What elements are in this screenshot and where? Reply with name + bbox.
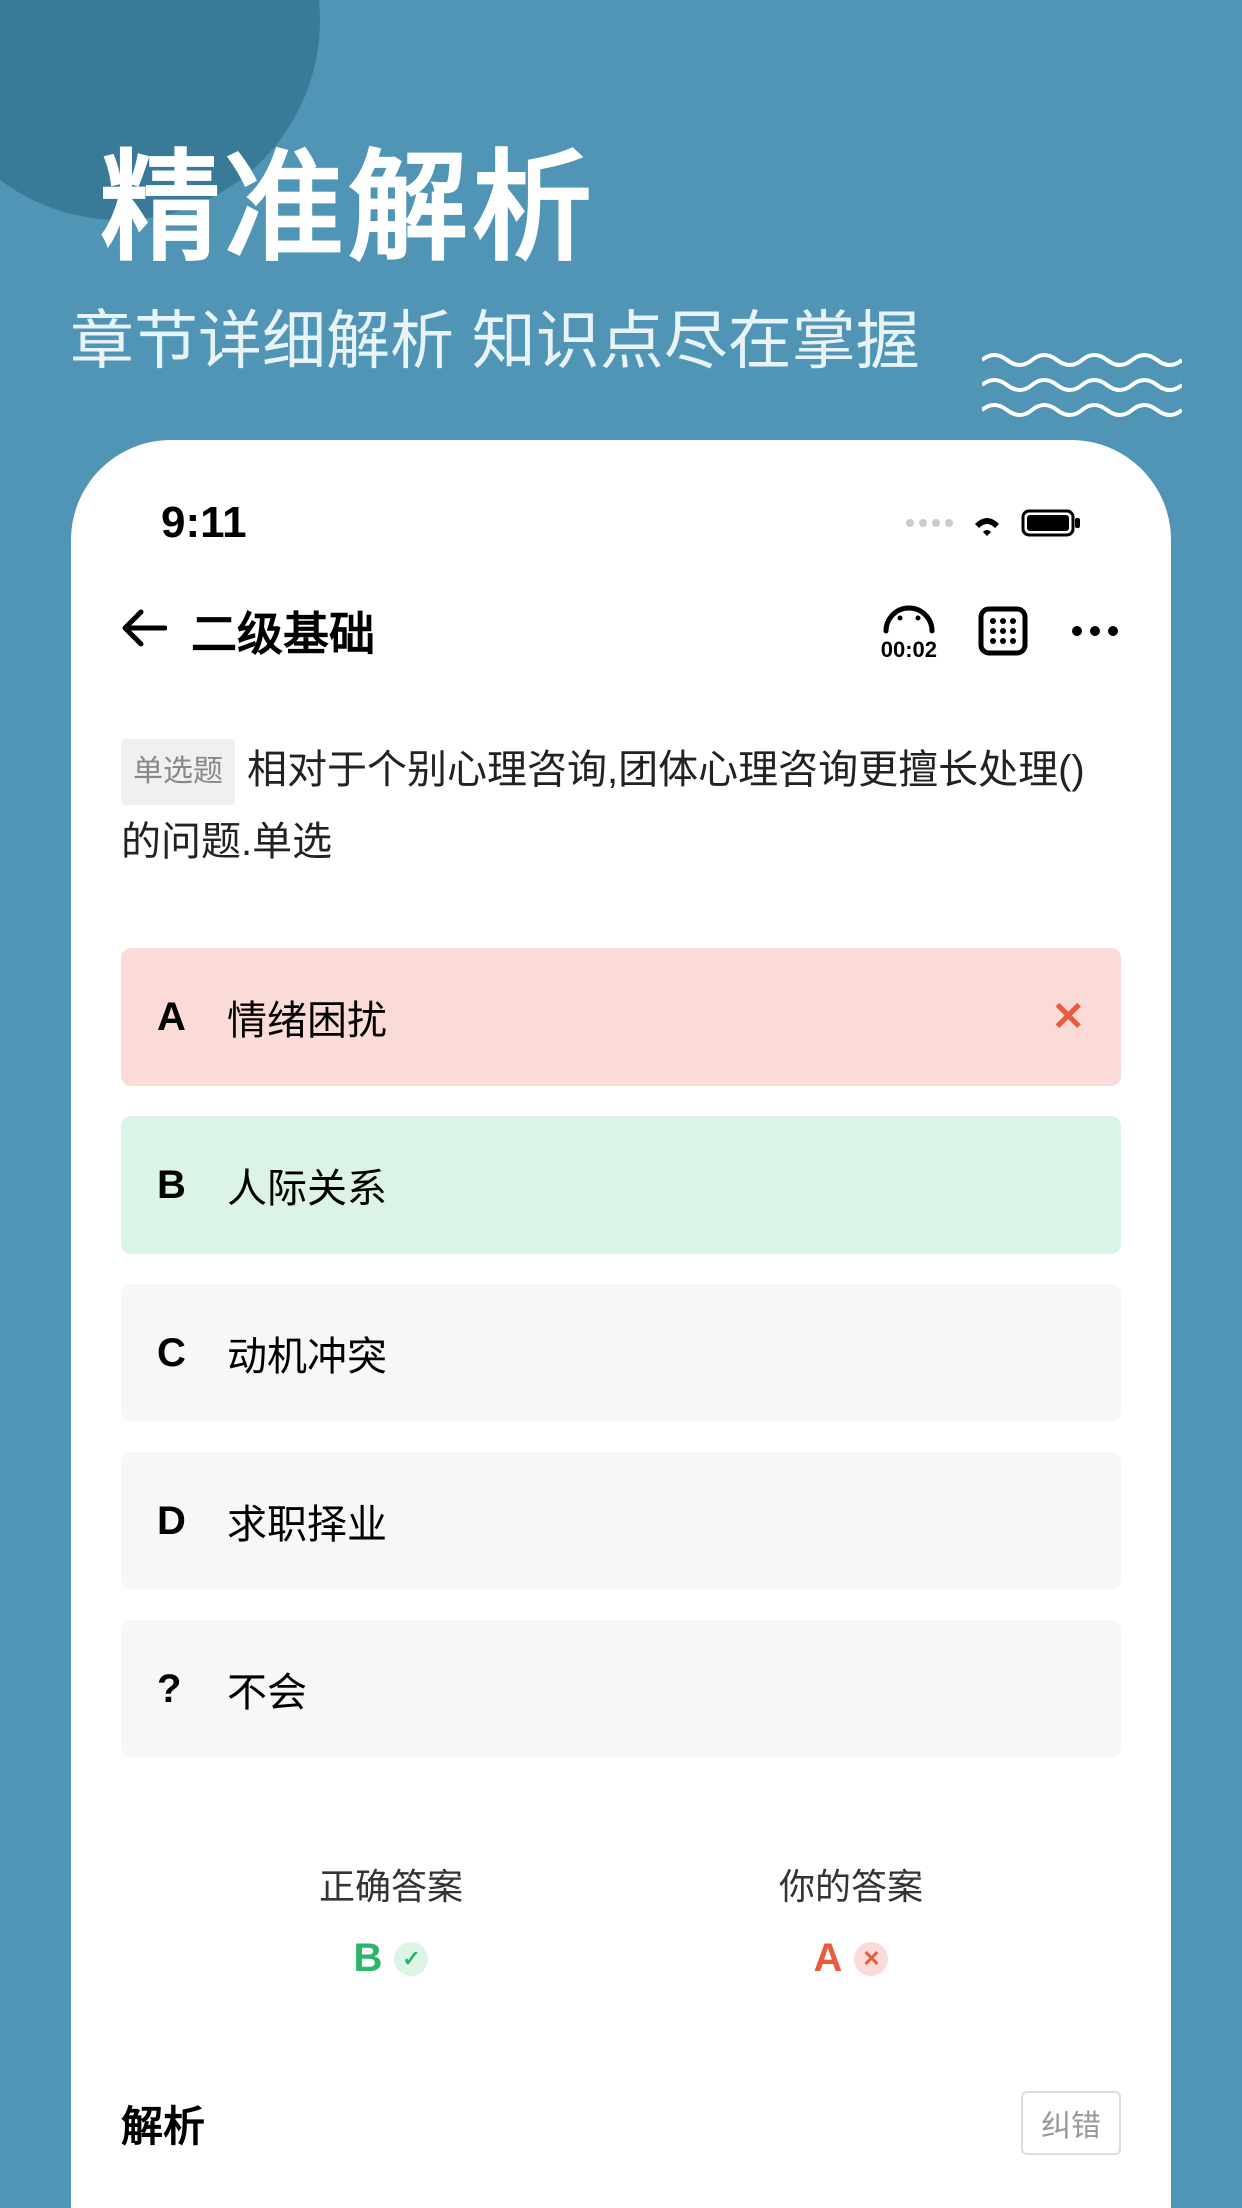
battery-icon — [1021, 509, 1081, 537]
question-type-badge: 单选题 — [121, 739, 235, 805]
option-text: 不会 — [227, 1660, 1085, 1718]
cross-icon: ✕ — [854, 1942, 888, 1976]
your-answer-label: 你的答案 — [779, 1858, 923, 1910]
wave-decoration-icon — [982, 350, 1182, 420]
correct-answer-col: 正确答案 B ✓ — [319, 1858, 463, 1981]
option-text: 求职择业 — [227, 1492, 1085, 1550]
option-text: 动机冲突 — [227, 1324, 1085, 1382]
correct-answer-label: 正确答案 — [319, 1858, 463, 1910]
correct-answer-value: B ✓ — [354, 1936, 429, 1981]
report-error-button[interactable]: 纠错 — [1021, 2091, 1121, 2155]
nav-bar: 二级基础 00:02 — [121, 578, 1121, 704]
status-time: 9:11 — [161, 498, 247, 548]
timer-button[interactable]: 00:02 — [881, 599, 937, 663]
option-letter: A — [157, 995, 197, 1040]
option-text: 人际关系 — [227, 1156, 1085, 1214]
option-letter: ? — [157, 1667, 197, 1712]
gauge-icon — [882, 599, 936, 635]
question-body: 相对于个别心理咨询,团体心理咨询更擅长处理()的问题.单选 — [121, 748, 1085, 864]
question-text: 单选题相对于个别心理咨询,团体心理咨询更擅长处理()的问题.单选 — [121, 748, 1085, 864]
status-icons — [906, 508, 1081, 538]
your-answer-value: A ✕ — [814, 1936, 889, 1981]
option-d[interactable]: D 求职择业 — [121, 1452, 1121, 1590]
hero-subtitle: 章节详细解析 知识点尽在掌握 — [70, 290, 920, 382]
page-title: 二级基础 — [191, 598, 857, 664]
option-letter: C — [157, 1331, 197, 1376]
status-bar: 9:11 — [121, 480, 1121, 578]
check-icon: ✓ — [394, 1942, 428, 1976]
your-answer-col: 你的答案 A ✕ — [779, 1858, 923, 1981]
options-list: A 情绪困扰 ✕ B 人际关系 C 动机冲突 D 求职择业 ? 不会 — [121, 948, 1121, 1758]
correct-answer-letter: B — [354, 1936, 383, 1981]
phone-frame: 9:11 二级基础 00:02 单选题相对于个别心理咨询,团体心理咨询更擅长处理… — [71, 440, 1171, 2208]
timer-value: 00:02 — [881, 637, 937, 663]
your-answer-letter: A — [814, 1936, 843, 1981]
signal-icon — [906, 519, 953, 527]
option-text: 情绪困扰 — [227, 988, 1021, 1046]
arrow-left-icon — [121, 608, 167, 648]
option-letter: B — [157, 1163, 197, 1208]
option-b[interactable]: B 人际关系 — [121, 1116, 1121, 1254]
answer-summary: 正确答案 B ✓ 你的答案 A ✕ — [121, 1858, 1121, 1981]
more-icon[interactable] — [1069, 625, 1121, 637]
option-letter: D — [157, 1499, 197, 1544]
option-unknown[interactable]: ? 不会 — [121, 1620, 1121, 1758]
wrong-mark-icon: ✕ — [1051, 994, 1085, 1040]
back-button[interactable] — [121, 605, 167, 657]
question-block: 单选题相对于个别心理咨询,团体心理咨询更擅长处理()的问题.单选 — [121, 704, 1121, 918]
hero-title: 精准解析 — [100, 110, 596, 284]
wifi-icon — [967, 508, 1007, 538]
option-c[interactable]: C 动机冲突 — [121, 1284, 1121, 1422]
analysis-heading: 解析 — [121, 2093, 205, 2154]
analysis-footer: 解析 纠错 — [121, 2091, 1121, 2155]
option-a[interactable]: A 情绪困扰 ✕ — [121, 948, 1121, 1086]
grid-icon[interactable] — [977, 605, 1029, 657]
